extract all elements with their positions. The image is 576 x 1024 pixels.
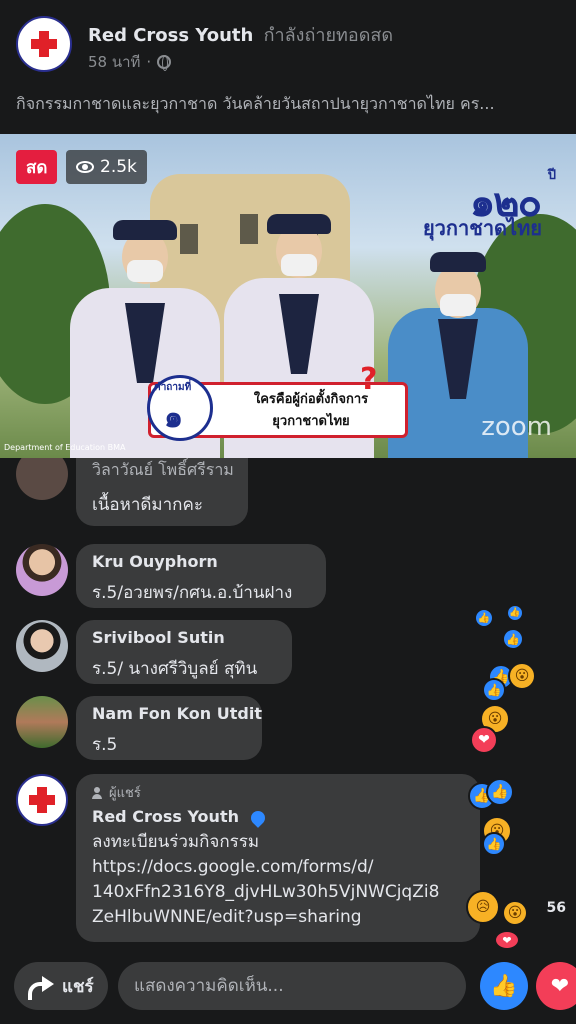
person-hat <box>267 214 331 234</box>
eye-icon <box>76 161 94 173</box>
like-button[interactable]: 👍 <box>480 962 528 1010</box>
commenter-name-text[interactable]: Red Cross Youth <box>92 807 239 826</box>
comment-bubble[interactable]: Kru Ouyphorn ร.5/อวยพร/กศน.อ.บ้านฝาง <box>76 544 326 608</box>
share-person-icon <box>92 786 105 799</box>
person-hat <box>113 220 177 240</box>
share-button[interactable]: แชร์ <box>14 962 108 1010</box>
question-number-badge: คำถามที่ ๑ <box>147 375 213 441</box>
registration-link[interactable]: ZeHlbuWNNE/edit?usp=sharing <box>92 905 464 930</box>
commenter-avatar[interactable] <box>16 544 68 596</box>
question-mark: ? <box>360 362 378 397</box>
view-count-badge: 2.5k <box>66 150 147 184</box>
commenter-name[interactable]: วิลาวัณย์ โพธิ์ศรีราม <box>92 458 234 483</box>
globe-icon <box>157 55 172 71</box>
view-count: 2.5k <box>100 157 137 177</box>
red-cross-icon <box>26 784 58 816</box>
registration-link[interactable]: 140xFfn2316Y8_djvHLw30h5VjNWCjqZi8 <box>92 880 464 905</box>
reaction-count: 56 <box>546 900 566 916</box>
person-mask <box>127 260 163 282</box>
like-icon: 👍 <box>482 678 506 702</box>
video-credit: Department of Education BMA <box>4 443 126 452</box>
comment-text: ร.5/ นางศรีวิบูลย์ สุทิน <box>92 659 258 679</box>
logo-text: ยุวกาชาดไทย <box>422 216 542 240</box>
commenter-name[interactable]: Srivibool Sutin <box>92 628 276 647</box>
comment-bubble[interactable]: Srivibool Sutin ร.5/ นางศรีวิบูลย์ สุทิน <box>76 620 292 684</box>
registration-link[interactable]: https://docs.google.com/forms/d/ <box>92 855 464 880</box>
commenter-name[interactable]: Nam Fon Kon Utdit <box>92 704 262 723</box>
wow-icon: 😮 <box>502 900 528 926</box>
comment-text: เนื้อหาดีมากคะ <box>92 495 203 515</box>
page-avatar[interactable] <box>16 16 72 72</box>
like-icon: 👍 <box>486 778 514 806</box>
live-status-text: กำลังถ่ายทอดสด <box>263 25 394 46</box>
question-number: ๑ <box>164 400 184 435</box>
like-icon: 👍 <box>474 608 494 628</box>
red-cross-icon <box>28 28 60 60</box>
like-icon: 👍 <box>482 832 506 856</box>
comment-bubble[interactable]: วิลาวัณย์ โพธิ์ศรีราม เนื้อหาดีมากคะ <box>76 458 248 526</box>
logo-suffix: ปี <box>547 168 556 183</box>
pinned-comment-body: ลงทะเบียนร่วมกิจกรรม https://docs.google… <box>92 830 464 930</box>
commenter-avatar[interactable] <box>16 458 68 500</box>
page-name[interactable]: Red Cross Youth <box>88 25 253 46</box>
pin-icon <box>247 807 268 828</box>
comment-text-line: ลงทะเบียนร่วมกิจกรรม <box>92 832 260 852</box>
love-button[interactable]: ❤ <box>536 962 576 1010</box>
person-mask <box>281 254 317 276</box>
like-icon: 👍 <box>506 604 524 622</box>
heart-icon: ❤ <box>470 726 498 754</box>
commenter-avatar[interactable] <box>16 620 68 672</box>
sharer-label-row: ผู้แชร์ <box>92 782 464 803</box>
commenter-avatar[interactable] <box>16 774 68 826</box>
person-hat <box>430 252 486 272</box>
share-label: แชร์ <box>62 976 94 997</box>
sharer-label: ผู้แชร์ <box>109 786 141 801</box>
heart-icon: ❤ <box>550 973 570 999</box>
bottom-action-bar: แชร์ 👍 ❤ <box>0 952 576 1024</box>
comment-text: ร.5/อวยพร/กศน.อ.บ้านฝาง <box>92 583 293 603</box>
wow-icon: 😮 <box>508 662 536 690</box>
post-caption[interactable]: กิจกรรมกาชาดและยุวกาชาด วันคล้ายวันสถาปน… <box>16 92 564 117</box>
live-video[interactable]: สด 2.5k ๑๒๐ ปี ยุวกาชาดไทย คำถามที่ ๑ ใค… <box>0 134 576 458</box>
wow-icon: 😥 <box>466 890 500 924</box>
comment-text: ร.5 <box>92 735 118 755</box>
meta-separator: · <box>146 53 152 71</box>
post-header: Red Cross Youth กำลังถ่ายทอดสด 58 นาที · <box>0 0 576 80</box>
heart-icon: ❤ <box>494 930 520 950</box>
zoom-watermark: zoom <box>481 412 552 442</box>
post-meta: 58 นาที · <box>88 50 172 74</box>
question-line-2: ยุวกาชาดไทย <box>272 414 350 429</box>
commenter-avatar[interactable] <box>16 696 68 748</box>
live-badge: สด <box>16 150 58 184</box>
question-label: คำถามที่ <box>154 382 192 393</box>
comment-bubble[interactable]: ผู้แชร์ Red Cross Youth ลงทะเบียนร่วมกิจ… <box>76 774 480 942</box>
comment-input[interactable] <box>118 962 466 1010</box>
like-icon: 👍 <box>490 973 518 999</box>
commenter-name[interactable]: Kru Ouyphorn <box>92 552 310 571</box>
page-title[interactable]: Red Cross Youth กำลังถ่ายทอดสด <box>88 20 393 49</box>
person-mask <box>440 294 476 316</box>
commenter-name[interactable]: Red Cross Youth <box>92 807 464 828</box>
floating-reactions: 👍 👍 👍 👍 😮 👍 😮 ❤ 👍 👍 😮 👍 😥 😮 56 ❤ <box>466 560 576 950</box>
timestamp[interactable]: 58 นาที <box>88 50 140 74</box>
comment-bubble[interactable]: Nam Fon Kon Utdit ร.5 <box>76 696 262 760</box>
share-arrow-icon <box>28 976 54 1000</box>
like-icon: 👍 <box>502 628 524 650</box>
